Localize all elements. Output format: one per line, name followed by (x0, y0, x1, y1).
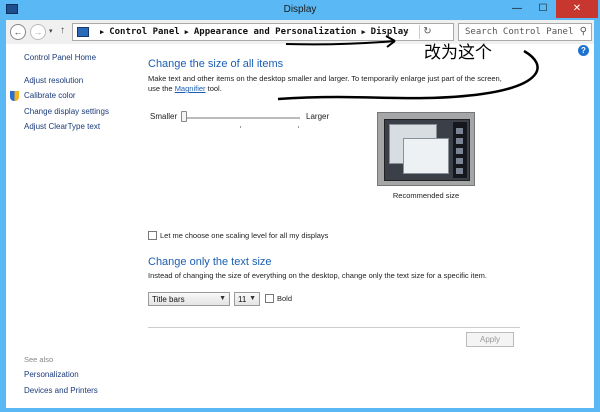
recent-locations-dropdown-icon[interactable]: ▾ (49, 27, 53, 35)
main-content (6, 44, 594, 408)
preview-screen (384, 119, 470, 181)
text-section-description: Instead of changing the size of everythi… (148, 271, 487, 280)
size-select-value: 11 (238, 295, 247, 304)
magnifier-link[interactable]: Magnifier (175, 84, 206, 93)
address-dropdown-icon[interactable]: ⌄ (403, 27, 410, 36)
scaling-checkbox-label[interactable]: Let me choose one scaling level for all … (160, 231, 328, 240)
preview-window (403, 138, 449, 174)
item-select[interactable]: Title bars ▼ (148, 292, 230, 306)
slider-min-label: Smaller (150, 112, 178, 121)
size-description-line2: use the Magnifier tool. (148, 84, 222, 93)
item-select-value: Title bars (152, 295, 185, 304)
size-section-title: Change the size of all items (148, 58, 284, 70)
sidebar-item-adjust-cleartype[interactable]: Adjust ClearType text (24, 122, 100, 131)
chevron-right-icon[interactable]: ▶ (361, 28, 365, 36)
search-placeholder[interactable]: Search Control Panel (465, 27, 573, 37)
size-slider-track[interactable] (182, 117, 300, 119)
control-panel-icon (77, 27, 89, 37)
search-icon[interactable]: ⚲ (580, 26, 587, 37)
breadcrumb: ▶ Control Panel ▶ Appearance and Personaliz… (95, 27, 409, 37)
apply-button[interactable]: Apply (466, 332, 514, 347)
forward-button[interactable]: → (30, 24, 46, 40)
navigation-bar: ← → ▾ ↑ ▶ Control Panel ▶ Appearance and Pe… (6, 20, 594, 44)
see-also-personalization[interactable]: Personalization (24, 370, 79, 379)
see-also-devices-printers[interactable]: Devices and Printers (24, 386, 98, 395)
sidebar-item-adjust-resolution[interactable]: Adjust resolution (24, 76, 83, 85)
chevron-down-icon: ▼ (219, 295, 226, 302)
maximize-button[interactable]: ☐ (530, 0, 556, 18)
minimize-button[interactable]: — (504, 0, 530, 18)
refresh-icon[interactable]: ↻ (419, 25, 435, 39)
sidebar-item-control-panel-home[interactable]: Control Panel Home (24, 53, 96, 62)
window-frame: Display — ☐ ✕ ← → ▾ ↑ ▶ Control Panel ▶ App… (0, 0, 600, 412)
size-description-prefix: use the (148, 84, 175, 93)
slider-tick (240, 126, 241, 128)
bold-checkbox[interactable] (265, 294, 274, 303)
see-also-label: See also (24, 355, 54, 364)
slider-tick (298, 126, 299, 128)
shield-icon (10, 91, 19, 101)
size-select[interactable]: 11 ▼ (234, 292, 260, 306)
preview-charms-bar (453, 122, 467, 178)
slider-max-label: Larger (306, 112, 330, 121)
breadcrumb-control-panel[interactable]: Control Panel (109, 27, 179, 37)
chevron-right-icon[interactable]: ▶ (100, 28, 104, 36)
title-bar[interactable]: Display — ☐ ✕ (0, 0, 600, 20)
text-section-title: Change only the text size (148, 256, 272, 268)
help-icon[interactable]: ? (578, 45, 589, 56)
display-preview-image (377, 112, 475, 186)
scaling-checkbox[interactable] (148, 231, 157, 240)
divider (148, 327, 520, 328)
back-button[interactable]: ← (10, 24, 26, 40)
search-box[interactable]: Search Control Panel ⚲ (458, 23, 592, 41)
size-description-suffix: tool. (205, 84, 222, 93)
sidebar-item-change-display-settings[interactable]: Change display settings (24, 107, 109, 116)
up-level-button[interactable]: ↑ (60, 25, 65, 36)
breadcrumb-appearance[interactable]: Appearance and Personalization (194, 27, 357, 37)
sidebar-item-calibrate-color[interactable]: Calibrate color (24, 91, 76, 100)
chevron-right-icon[interactable]: ▶ (185, 28, 189, 36)
address-bar[interactable]: ▶ Control Panel ▶ Appearance and Personaliz… (72, 23, 454, 41)
size-slider-thumb[interactable] (181, 111, 187, 122)
chevron-down-icon: ▼ (249, 295, 256, 302)
bold-label[interactable]: Bold (277, 294, 292, 303)
size-description-line1: Make text and other items on the desktop… (148, 74, 502, 83)
close-button[interactable]: ✕ (556, 0, 598, 18)
preview-caption: Recommended size (392, 191, 460, 200)
